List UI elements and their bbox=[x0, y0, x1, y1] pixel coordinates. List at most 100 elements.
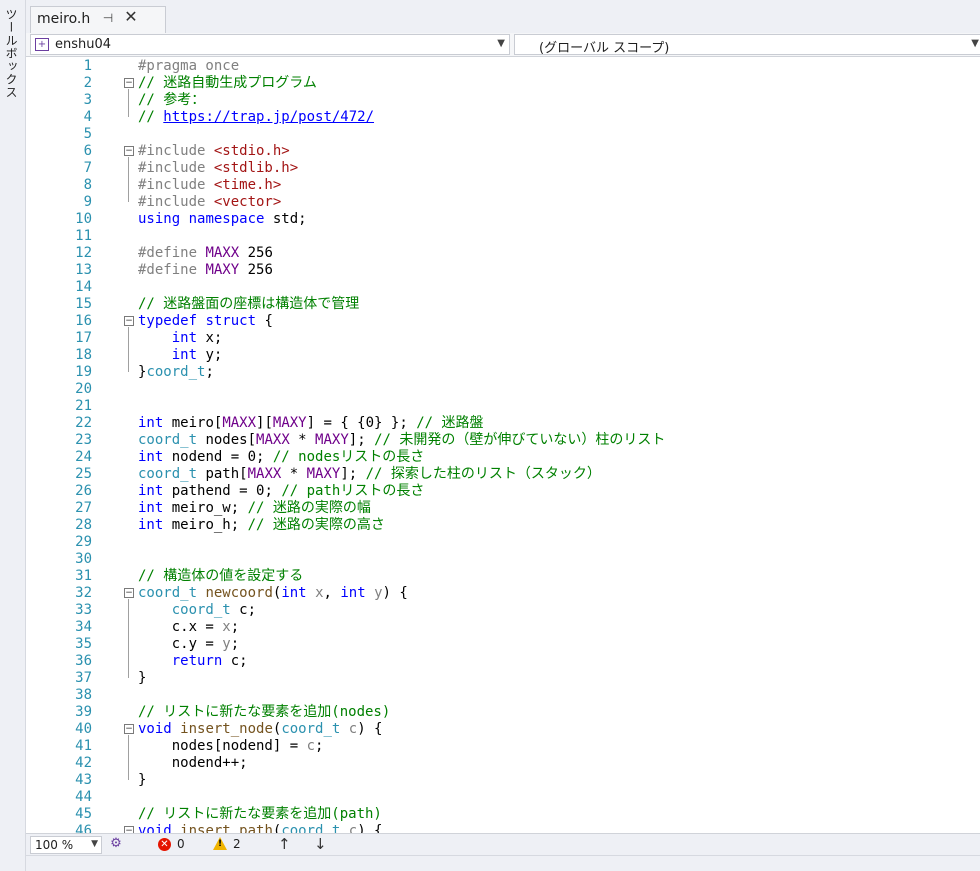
toolbox-strip[interactable]: ツールボックス bbox=[0, 0, 26, 871]
chevron-down-icon[interactable]: ▼ bbox=[971, 38, 979, 49]
code-line[interactable]: 38 bbox=[26, 687, 980, 704]
toolbox-label[interactable]: ツールボックス bbox=[3, 8, 20, 99]
code-line[interactable]: 25 coord_t path[MAXX * MAXY]; // 探索した柱のリス… bbox=[26, 466, 980, 483]
collapse-icon[interactable]: − bbox=[124, 588, 134, 598]
code-line[interactable]: 34 c.x = x; bbox=[26, 619, 980, 636]
warning-count[interactable]: 2 bbox=[233, 837, 241, 851]
code-line[interactable]: 45 // リストに新たな要素を追加(path) bbox=[26, 806, 980, 823]
code-token: c bbox=[348, 823, 358, 833]
code-line[interactable]: 15 // 迷路盤面の座標は構造体で管理 bbox=[26, 296, 980, 313]
code-line[interactable]: 22 int meiro[MAXX][MAXY] = { {0} }; // 迷路… bbox=[26, 415, 980, 432]
code-line[interactable]: 6 − #include <stdio.h> bbox=[26, 143, 980, 160]
code-line[interactable]: 10 using namespace std; bbox=[26, 211, 980, 228]
code-line[interactable]: 14 bbox=[26, 279, 980, 296]
code-line[interactable]: 29 bbox=[26, 534, 980, 551]
collapse-icon[interactable]: − bbox=[124, 316, 134, 326]
code-line[interactable]: 19}coord_t; bbox=[26, 364, 980, 381]
code-token: coord_t bbox=[138, 466, 198, 482]
code-line[interactable]: 43} bbox=[26, 772, 980, 789]
code-token: ; bbox=[230, 619, 240, 635]
editor-status-bar: 100 % ▼ ⚙ ✕ 0 ! 2 ↑ ↓ bbox=[26, 833, 980, 855]
code-line[interactable]: 36 return c; bbox=[26, 653, 980, 670]
line-number: 11 bbox=[75, 228, 92, 244]
error-icon[interactable]: ✕ bbox=[158, 838, 171, 851]
error-count[interactable]: 0 bbox=[177, 837, 185, 851]
file-tab-name[interactable]: meiro.h bbox=[37, 11, 90, 27]
code-line[interactable]: 3 // 参考： bbox=[26, 92, 980, 109]
code-line[interactable]: 1 #pragma once bbox=[26, 58, 980, 75]
code-token: nodes[ bbox=[197, 432, 257, 448]
project-dropdown[interactable]: + enshu04 ▼ bbox=[30, 34, 510, 55]
code-line[interactable]: 23 coord_t nodes[MAXX * MAXY]; // 未開発の（壁が… bbox=[26, 432, 980, 449]
code-line[interactable]: 12 #define MAXX 256 bbox=[26, 245, 980, 262]
code-line[interactable]: 30 bbox=[26, 551, 980, 568]
code-line[interactable]: 39 // リストに新たな要素を追加(nodes) bbox=[26, 704, 980, 721]
code-line[interactable]: 11 bbox=[26, 228, 980, 245]
code-line[interactable]: 27 int meiro_w; // 迷路の実際の幅 bbox=[26, 500, 980, 517]
chevron-down-icon[interactable]: ▼ bbox=[91, 839, 98, 849]
collapse-icon[interactable]: − bbox=[124, 146, 134, 156]
code-line[interactable]: 18 int y; bbox=[26, 347, 980, 364]
code-line[interactable]: 2 −// 迷路自動生成プログラム bbox=[26, 75, 980, 92]
code-text: void insert_path(coord_t c) { bbox=[138, 823, 383, 833]
code-token: ; bbox=[230, 636, 240, 652]
scope-dropdown[interactable]: (グローバル スコープ) ▼ bbox=[514, 34, 980, 56]
line-number: 18 bbox=[75, 347, 92, 363]
code-line[interactable]: 8 #include <time.h> bbox=[26, 177, 980, 194]
code-token: y bbox=[374, 585, 383, 601]
code-line[interactable]: 4 // https://trap.jp/post/472/ bbox=[26, 109, 980, 126]
code-line[interactable]: 13 #define MAXY 256 bbox=[26, 262, 980, 279]
code-line[interactable]: 40 − void insert_node(coord_t c) { bbox=[26, 721, 980, 738]
code-text: nodend++; bbox=[138, 755, 248, 772]
code-token: // リストに新たな要素を追加(nodes) bbox=[138, 704, 391, 720]
code-line[interactable]: 26 int pathend = 0; // pathリストの長さ bbox=[26, 483, 980, 500]
code-text: coord_t nodes[MAXX * MAXY]; // 未開発の（壁が伸び… bbox=[138, 432, 665, 449]
code-token: path[ bbox=[197, 466, 248, 482]
code-text: int meiro_h; // 迷路の実際の高さ bbox=[138, 517, 385, 534]
scope-name: (グローバル スコープ) bbox=[539, 41, 670, 56]
code-line[interactable]: 24 int nodend = 0; // nodesリストの長さ bbox=[26, 449, 980, 466]
code-line[interactable]: 37} bbox=[26, 670, 980, 687]
code-line[interactable]: 28 int meiro_h; // 迷路の実際の高さ bbox=[26, 517, 980, 534]
code-token: ) { bbox=[382, 585, 408, 601]
code-line[interactable]: 42 nodend++; bbox=[26, 755, 980, 772]
line-number: 31 bbox=[75, 568, 92, 584]
code-token: 256 bbox=[239, 262, 273, 278]
close-icon[interactable]: ✕ bbox=[123, 9, 139, 25]
code-text: using namespace std; bbox=[138, 211, 307, 228]
code-line[interactable]: 41 nodes[nodend] = c; bbox=[26, 738, 980, 755]
code-line[interactable]: 33 coord_t c; bbox=[26, 602, 980, 619]
code-token: #include bbox=[138, 143, 214, 159]
code-line[interactable]: 31 // 構造体の値を設定する bbox=[26, 568, 980, 585]
arrow-up-icon[interactable]: ↑ bbox=[278, 835, 291, 853]
arrow-down-icon[interactable]: ↓ bbox=[314, 835, 327, 853]
code-line[interactable]: 16 − typedef struct { bbox=[26, 313, 980, 330]
code-line[interactable]: 46 − void insert_path(coord_t c) { bbox=[26, 823, 980, 833]
code-line[interactable]: 32 − coord_t newcoord(int x, int y) { bbox=[26, 585, 980, 602]
pin-icon[interactable]: ⊣ bbox=[101, 11, 115, 25]
health-icon[interactable]: ⚙ bbox=[108, 836, 124, 852]
line-number: 40 bbox=[75, 721, 92, 737]
code-line[interactable]: 44 bbox=[26, 789, 980, 806]
code-editor[interactable]: 1 #pragma once 2−// 迷路自動生成プログラム 3// 参考： 4// … bbox=[26, 57, 980, 833]
collapse-icon[interactable]: − bbox=[124, 724, 134, 734]
collapse-icon[interactable]: − bbox=[124, 78, 134, 88]
code-line[interactable]: 9 #include <vector> bbox=[26, 194, 980, 211]
code-line[interactable]: 5 bbox=[26, 126, 980, 143]
line-number: 1 bbox=[83, 58, 92, 74]
code-token: MAXY bbox=[272, 415, 307, 431]
code-line[interactable]: 35 c.y = y; bbox=[26, 636, 980, 653]
code-line[interactable]: 21 bbox=[26, 398, 980, 415]
code-token: using bbox=[138, 211, 181, 227]
code-token: MAXX bbox=[205, 245, 240, 261]
collapse-icon[interactable]: − bbox=[124, 826, 134, 833]
code-line[interactable]: 17 int x; bbox=[26, 330, 980, 347]
code-line[interactable]: 20 bbox=[26, 381, 980, 398]
code-text: // 構造体の値を設定する bbox=[138, 568, 303, 585]
chevron-down-icon[interactable]: ▼ bbox=[497, 38, 505, 49]
file-tab[interactable]: meiro.h ⊣ ✕ bbox=[30, 6, 166, 33]
code-line[interactable]: 7 #include <stdlib.h> bbox=[26, 160, 980, 177]
zoom-dropdown[interactable]: 100 % ▼ bbox=[30, 836, 102, 854]
